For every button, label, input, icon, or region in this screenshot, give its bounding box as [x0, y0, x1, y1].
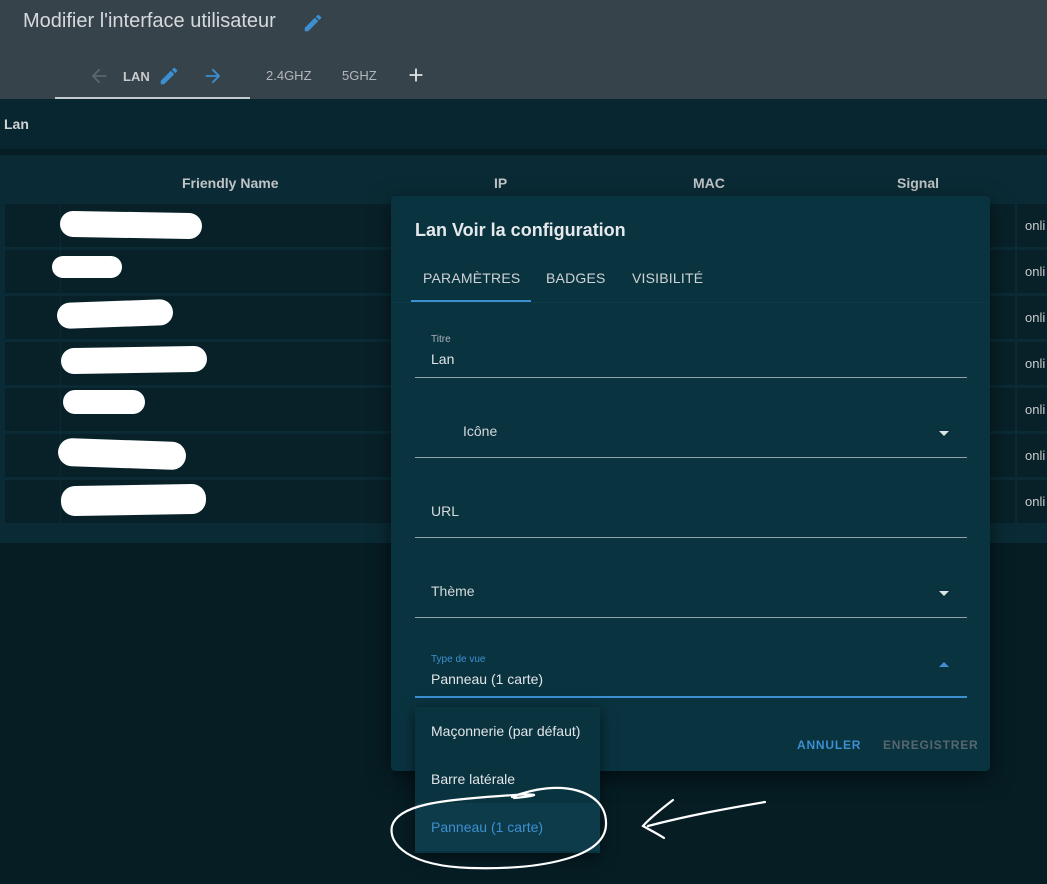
- page-title: Modifier l'interface utilisateur: [23, 10, 276, 32]
- redaction-mark: [57, 437, 187, 471]
- title-field-label: Titre: [431, 334, 451, 345]
- save-button[interactable]: ENREGISTRER: [883, 738, 978, 752]
- status-cell: onli: [1025, 402, 1046, 417]
- tabs-divider: [391, 302, 990, 303]
- column-header-friendly-name[interactable]: Friendly Name: [182, 175, 278, 191]
- view-type-select[interactable]: Type de vue Panneau (1 carte): [415, 634, 967, 698]
- status-cell: onli: [1025, 264, 1046, 279]
- caret-up-icon[interactable]: [939, 662, 949, 667]
- tab-badges[interactable]: BADGES: [546, 270, 606, 286]
- move-right-arrow-icon[interactable]: [202, 65, 224, 87]
- redaction-mark: [52, 256, 122, 278]
- icon-picker-field[interactable]: Icône: [415, 394, 967, 458]
- redaction-mark: [59, 210, 203, 240]
- view-type-menu: Maçonnerie (par défaut) Barre latérale P…: [415, 707, 600, 853]
- caret-down-icon[interactable]: [939, 431, 949, 436]
- menu-item-panneau[interactable]: Panneau (1 carte): [415, 803, 600, 851]
- column-header-ip[interactable]: IP: [494, 175, 507, 191]
- status-cell: onli: [1025, 494, 1046, 509]
- edit-title-pencil-icon[interactable]: [302, 12, 324, 34]
- column-header-mac[interactable]: MAC: [693, 175, 725, 191]
- title-field[interactable]: Titre Lan: [415, 314, 967, 378]
- lan-card-header: Lan: [0, 99, 1047, 149]
- tab-2-4ghz[interactable]: 2.4GHZ: [266, 68, 312, 83]
- status-cell: onli: [1025, 310, 1046, 325]
- title-field-value[interactable]: Lan: [431, 351, 454, 367]
- dialog-title: Lan Voir la configuration: [415, 220, 626, 240]
- menu-item-barre-laterale[interactable]: Barre latérale: [415, 755, 600, 803]
- redaction-mark: [63, 390, 145, 414]
- redaction-mark: [56, 298, 174, 330]
- redaction-mark: [60, 483, 207, 517]
- view-config-dialog: Lan Voir la configuration PARAMÈTRES BAD…: [391, 196, 990, 771]
- redaction-mark: [60, 345, 208, 375]
- status-cell: onli: [1025, 448, 1046, 463]
- theme-select-placeholder: Thème: [431, 583, 475, 599]
- tab-5ghz[interactable]: 5GHZ: [342, 68, 377, 83]
- status-cell: onli: [1025, 356, 1046, 371]
- edit-view-pencil-icon[interactable]: [158, 65, 180, 87]
- tab-parametres[interactable]: PARAMÈTRES: [423, 270, 520, 286]
- icon-field-placeholder: Icône: [463, 423, 498, 439]
- menu-item-maconnerie[interactable]: Maçonnerie (par défaut): [415, 707, 600, 755]
- add-view-plus-icon[interactable]: [405, 64, 427, 86]
- cancel-button[interactable]: ANNULER: [797, 738, 861, 752]
- lan-card-title: Lan: [4, 116, 29, 132]
- view-type-value: Panneau (1 carte): [431, 671, 544, 687]
- tab-lan-label[interactable]: LAN: [123, 69, 150, 84]
- status-cell: onli: [1025, 218, 1046, 233]
- theme-select[interactable]: Thème: [415, 554, 967, 618]
- move-left-arrow-icon[interactable]: [88, 65, 110, 87]
- url-field[interactable]: URL: [415, 474, 967, 538]
- caret-down-icon[interactable]: [939, 591, 949, 596]
- column-header-signal[interactable]: Signal: [897, 175, 939, 191]
- view-tabs: LAN 2.4GHZ 5GHZ: [0, 55, 1047, 99]
- app-header: Modifier l'interface utilisateur LAN 2.4…: [0, 0, 1047, 99]
- view-type-label: Type de vue: [431, 654, 486, 665]
- url-field-placeholder: URL: [431, 503, 460, 519]
- tab-visibilite[interactable]: VISIBILITÉ: [632, 270, 703, 286]
